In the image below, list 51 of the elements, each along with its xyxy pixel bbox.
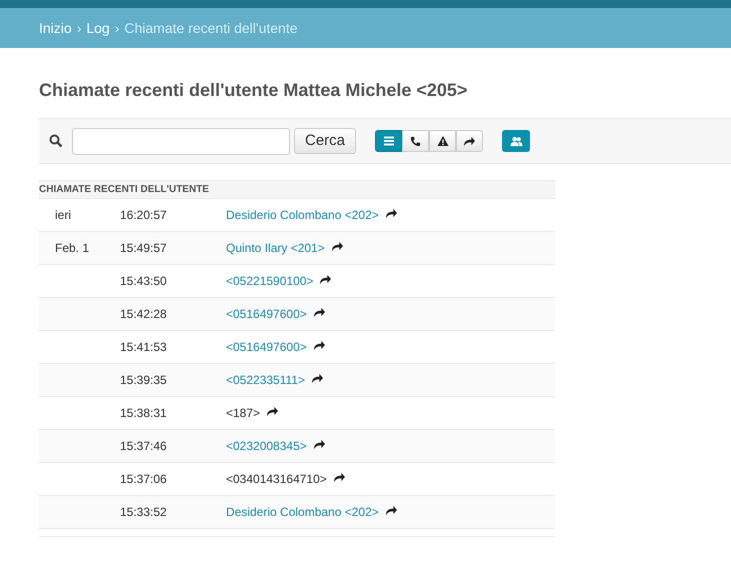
users-icon [510,136,523,146]
caller-link[interactable]: Desiderio Colombano <202> [226,503,379,521]
breadcrumb-link[interactable]: Inizio [39,18,72,38]
time-cell-text: 15:42:28 [120,306,168,323]
caller-link[interactable]: <05221590100> [226,272,314,290]
phone-icon [410,136,422,146]
breadcrumb-current: Chiamate recenti dell'utente [124,18,298,38]
caller-link[interactable]: <0232008345> [226,437,307,455]
caller-link[interactable]: <0516497600> [226,305,307,323]
filter-button[interactable] [402,130,430,152]
search-icon [49,134,63,148]
search-field[interactable] [72,128,290,154]
users-button[interactable] [502,130,530,152]
list-icon [382,135,395,147]
date-cell: ieri [55,208,72,222]
time-cell-text: 15:38:31 [120,405,168,422]
time-cell-text: 15:49:57 [120,240,168,257]
breadcrumb-separator: › [76,18,82,38]
filter-button[interactable] [429,130,456,152]
forward-icon [266,406,280,417]
table-heading: CHIAMATE RECENTI DELL'UTENTE [39,180,555,199]
forward-icon [332,472,346,483]
time-cell-text: 15:37:46 [120,438,168,455]
forward-icon [312,340,326,351]
breadcrumb-separator: › [114,18,120,38]
time-cell-text: 15:37:06 [120,471,168,488]
filter-button[interactable] [456,130,484,152]
forward-icon [312,439,326,450]
caller-link[interactable]: Quinto Ilary <201> [226,239,325,257]
forward-icon [384,505,398,516]
warning-icon [436,135,449,147]
forward-icon [330,241,344,252]
caller-link[interactable]: <0516497600> [226,338,307,356]
caller-link[interactable]: <0522335111> [226,371,305,389]
caller-text: <187> [226,405,260,422]
breadcrumb-link[interactable]: Log [86,18,110,38]
time-cell-text: 16:20:57 [120,207,168,224]
forward-icon [312,307,326,318]
forward-icon [319,274,332,285]
time-cell-text: 15:41:53 [120,339,168,356]
caller-link[interactable]: Desiderio Colombano <202> [226,206,379,224]
caller-text: <0340143164710> [226,471,327,488]
search-button[interactable]: Cerca [294,128,356,154]
forward-icon [310,373,324,384]
page-title: Chiamate recenti dell'utente Mattea Michele <205> [39,79,468,102]
time-cell-text: 15:33:52 [120,504,168,521]
forward-icon [384,208,398,219]
time-cell-text: 15:39:35 [120,372,168,389]
time-cell-text: 15:43:50 [120,273,168,290]
forward-icon [463,136,476,146]
date-cell: Feb. 1 [55,241,90,255]
